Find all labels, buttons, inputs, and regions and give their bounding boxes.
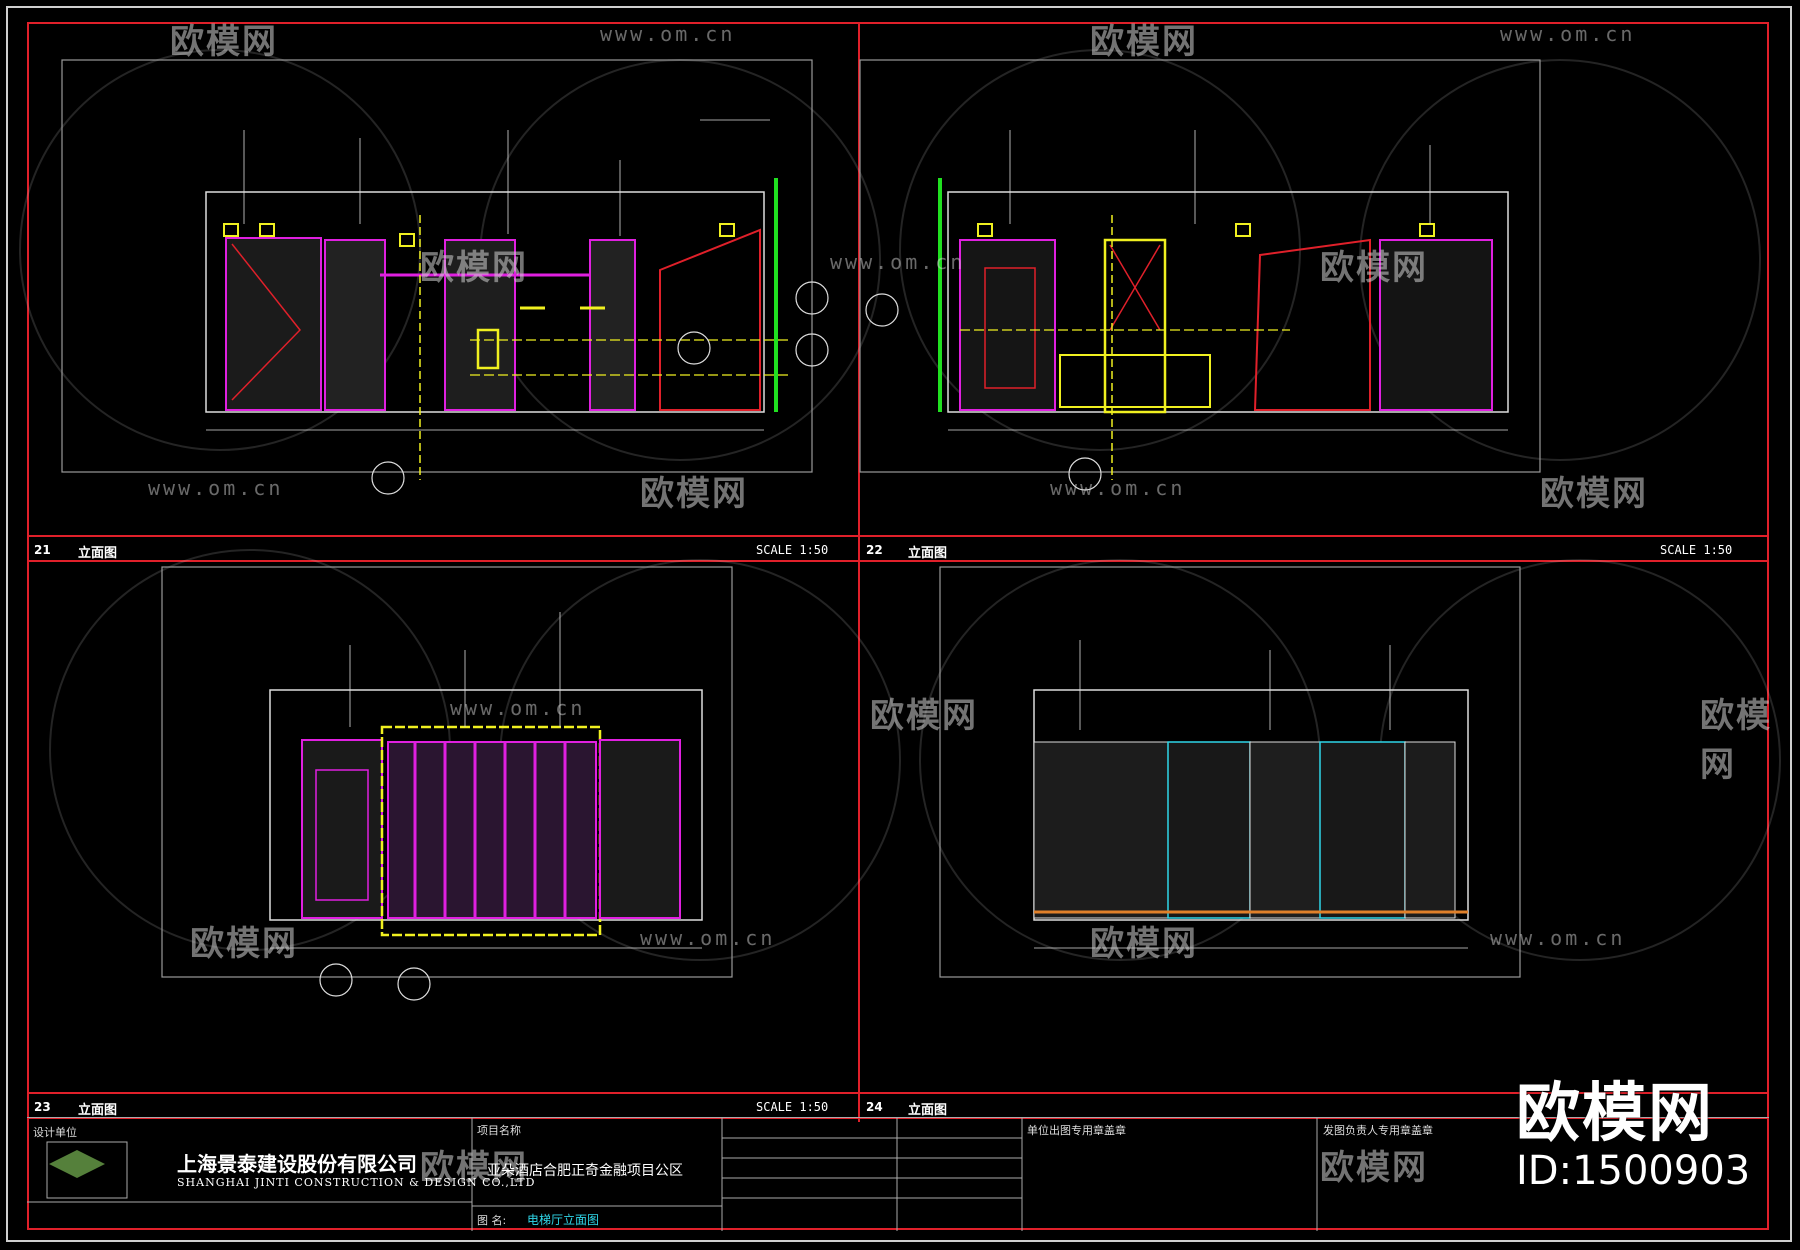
company-name-en: SHANGHAI JINTI CONSTRUCTION & DESIGN CO.… — [177, 1176, 536, 1189]
panel-23-title: 立面图 — [78, 1103, 118, 1118]
watermark-brand: 欧模网 — [640, 474, 748, 514]
unit-stamp-label: 单位出图专用章盖章 — [1027, 1124, 1126, 1137]
watermark-brand: 欧模网 — [1090, 924, 1198, 964]
overlay-id: ID:1500903 — [1516, 1148, 1751, 1194]
watermark-url: www.om.cn — [1490, 926, 1626, 950]
elevation-24 — [1033, 640, 1469, 949]
project-name: 亚朵酒店合肥正奇金融项目公区 — [487, 1163, 683, 1179]
elevation-22 — [865, 130, 1509, 491]
watermark-circles — [19, 49, 1781, 961]
company-name: 上海景泰建设股份有限公司 — [177, 1152, 417, 1176]
panel-21-title: 立面图 — [78, 546, 118, 561]
watermark-brand: 欧模网 — [190, 924, 298, 964]
watermark-brand: 欧模网 — [170, 22, 278, 62]
watermark-url: www.om.cn — [1500, 22, 1636, 46]
panel-21-scale: SCALE 1:50 — [756, 543, 829, 557]
panel-22-scale: SCALE 1:50 — [1660, 543, 1733, 557]
designer-label: 设计单位 — [33, 1126, 77, 1139]
panel-21-number: 21 — [34, 543, 51, 557]
panel-22-number: 22 — [866, 543, 883, 557]
elevation-21 — [205, 119, 829, 495]
drawing-name: 电梯厅立面图 — [527, 1213, 600, 1227]
watermark-brand: 欧模网 — [1540, 474, 1648, 514]
overlay-brand: 欧模网 — [1516, 1077, 1714, 1151]
panel-23-number: 23 — [34, 1100, 51, 1114]
project-label: 项目名称 — [477, 1124, 521, 1137]
watermark-url: www.om.cn — [830, 250, 966, 274]
drawing-label: 图 名: — [477, 1214, 507, 1227]
watermark-brand: 欧模网 — [420, 248, 528, 288]
panel-23-scale: SCALE 1:50 — [756, 1100, 829, 1114]
panel-24-title: 立面图 — [908, 1103, 948, 1118]
watermark-url: www.om.cn — [450, 696, 586, 720]
watermark-url: www.om.cn — [1050, 476, 1186, 500]
watermark-url: www.om.cn — [640, 926, 776, 950]
watermark-url: www.om.cn — [148, 476, 284, 500]
elevation-23 — [269, 612, 703, 1001]
panel-22-title: 立面图 — [908, 546, 948, 561]
watermark-brand: 欧模网 — [870, 696, 978, 736]
watermark-url: www.om.cn — [600, 22, 736, 46]
watermark-brand: 欧模网 — [1090, 22, 1198, 62]
watermark-brand: 欧模网 — [1320, 248, 1428, 288]
panel-24-number: 24 — [866, 1100, 883, 1114]
approval-stamp-label: 发图负责人专用章盖章 — [1323, 1124, 1433, 1137]
watermark-brand: 欧模网 — [1700, 696, 1772, 785]
title-block: 设计单位 上海景泰建设股份有限公司 SHANGHAI JINTI CONSTRU… — [27, 1117, 1769, 1231]
